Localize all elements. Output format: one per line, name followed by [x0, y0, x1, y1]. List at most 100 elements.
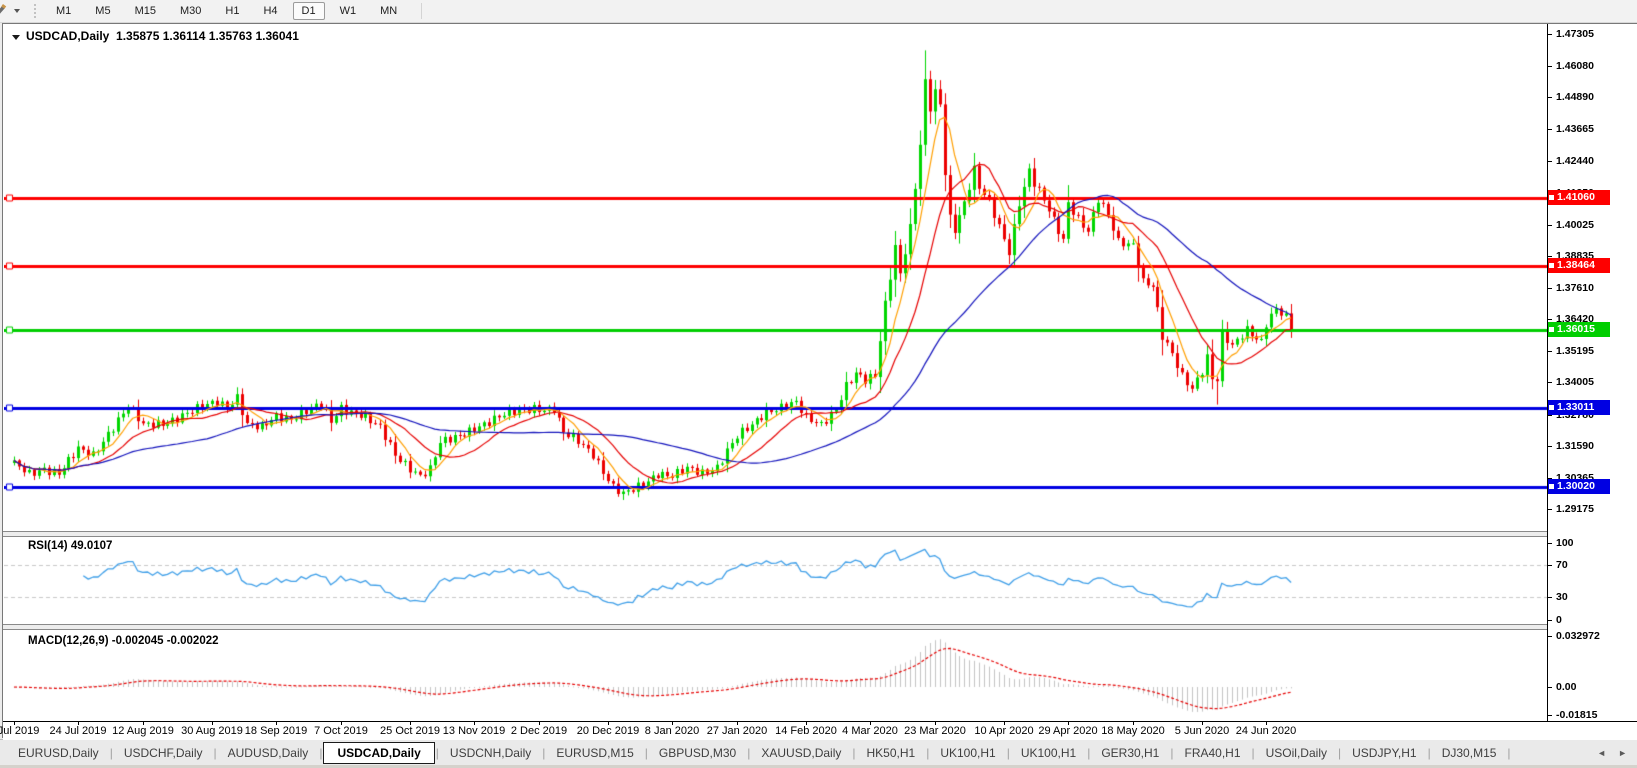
tab-navigation: ◄ ►: [1597, 740, 1627, 766]
tab-separator: |: [1506, 746, 1511, 760]
date-axis-label: 5 Jun 2020: [1175, 725, 1229, 737]
rsi-axis-tick: 100: [1556, 537, 1574, 549]
mt4-platform: { "toolbar": { "drawing_tool": "pen-tool…: [0, 0, 1637, 768]
date-axis-label: 8 Jan 2020: [645, 725, 699, 737]
axis-tick-mark: [1548, 161, 1552, 162]
axis-tick-mark: [1548, 97, 1552, 98]
date-axis-label: 12 Aug 2019: [112, 725, 174, 737]
chart-tab-usdcad-daily[interactable]: USDCAD,Daily: [323, 742, 434, 764]
chart-tab-eurusd-m15[interactable]: EURUSD,M15: [546, 743, 643, 763]
toolbar-separator: [421, 3, 422, 19]
date-axis-label: 30 Aug 2019: [181, 725, 243, 737]
date-axis-label: 13 Nov 2019: [443, 725, 505, 737]
date-axis-label: 29 Apr 2020: [1038, 725, 1097, 737]
price-axis-tick: 1.31590: [1556, 440, 1594, 452]
tab-nav-right-icon[interactable]: ►: [1618, 748, 1627, 758]
price-chart-canvas[interactable]: [4, 24, 1547, 721]
chart-tab-uk100-h1[interactable]: UK100,H1: [1011, 743, 1086, 763]
chart-tab-usdchf-daily[interactable]: USDCHF,Daily: [114, 743, 213, 763]
date-axis-label: 5 Jul 2019: [0, 725, 39, 737]
macd-values: -0.002045 -0.002022: [112, 635, 219, 647]
timeframe-button-m15[interactable]: M15: [126, 2, 165, 20]
price-line-label: 1.36015: [1548, 322, 1610, 337]
axis-tick-mark: [1548, 351, 1552, 352]
line-anchor-icon: [1549, 195, 1554, 200]
price-axis-tick: 1.35195: [1556, 345, 1594, 357]
macd-name: MACD(12,26,9): [28, 635, 109, 647]
price-axis-tick: 1.43665: [1556, 123, 1594, 135]
date-axis[interactable]: 5 Jul 2019 24 Jul 2019 12 Aug 2019 30 Aug 2…: [3, 721, 1637, 740]
line-anchor-icon: [1549, 263, 1554, 268]
line-anchor-icon: [1549, 327, 1554, 332]
rsi-name: RSI(14): [28, 540, 68, 552]
price-axis-tick: 1.29175: [1556, 503, 1594, 515]
pane-splitter-rsi[interactable]: [3, 531, 1637, 537]
date-axis-label: 24 Jul 2019: [50, 725, 107, 737]
drawing-tool-button[interactable]: [0, 1, 20, 21]
axis-tick-mark: [1548, 256, 1552, 257]
axis-tick-mark: [1548, 509, 1552, 510]
chart-tab-eurusd-daily[interactable]: EURUSD,Daily: [8, 743, 109, 763]
timeframe-button-d1[interactable]: D1: [293, 2, 325, 20]
chart-tab-ger30-h1[interactable]: GER30,H1: [1091, 743, 1169, 763]
chart-window: USDCAD,Daily 1.35875 1.36114 1.35763 1.3…: [2, 23, 1637, 738]
chart-tab-bar: EURUSD,Daily|USDCHF,Daily|AUDUSD,Daily|U…: [0, 739, 1637, 765]
line-anchor-icon: [1549, 484, 1554, 489]
chart-tab-hk50-h1[interactable]: HK50,H1: [857, 743, 926, 763]
toolbar-grip[interactable]: [34, 4, 36, 18]
date-axis-label: 25 Oct 2019: [380, 725, 440, 737]
chart-tab-usdjpy-h1[interactable]: USDJPY,H1: [1342, 743, 1426, 763]
timeframe-button-m5[interactable]: M5: [86, 2, 119, 20]
pane-splitter-macd[interactable]: [3, 624, 1637, 630]
date-axis-label: 2 Dec 2019: [511, 725, 567, 737]
timeframe-button-m30[interactable]: M30: [171, 2, 210, 20]
date-axis-label: 14 Feb 2020: [775, 725, 837, 737]
rsi-axis-tick: 30: [1556, 591, 1568, 603]
line-anchor-icon: [1549, 405, 1554, 410]
price-axis[interactable]: 1.473051.460801.448901.436651.424401.412…: [1547, 24, 1637, 721]
price-axis-tick: 1.46080: [1556, 60, 1594, 72]
timeframe-buttons: M1 M5 M15 M30 H1 H4 D1 W1 MN: [44, 2, 409, 20]
price-axis-tick: 1.40025: [1556, 219, 1594, 231]
axis-tick-mark: [1548, 34, 1552, 35]
chart-tab-usdcnh-daily[interactable]: USDCNH,Daily: [440, 743, 541, 763]
chart-tab-uk100-h1[interactable]: UK100,H1: [930, 743, 1005, 763]
chart-tab-audusd-daily[interactable]: AUDUSD,Daily: [218, 743, 319, 763]
date-axis-label: 20 Dec 2019: [577, 725, 639, 737]
timeframe-button-m1[interactable]: M1: [47, 2, 80, 20]
macd-indicator-label: MACD(12,26,9) -0.002045 -0.002022: [28, 635, 219, 647]
timeframe-button-h1[interactable]: H1: [216, 2, 248, 20]
pen-icon: [0, 3, 9, 19]
chevron-down-icon: [14, 9, 20, 13]
price-line-label: 1.33011: [1548, 400, 1610, 415]
chart-tab-gbpusd-m30[interactable]: GBPUSD,M30: [649, 743, 746, 763]
price-axis-tick: 1.47305: [1556, 28, 1594, 40]
chart-tab-usoil-daily[interactable]: USOil,Daily: [1256, 743, 1337, 763]
chart-ohlc-values: 1.35875 1.36114 1.35763 1.36041: [116, 29, 299, 43]
axis-tick-mark: [1548, 446, 1552, 447]
timeframe-toolbar: M1 M5 M15 M30 H1 H4 D1 W1 MN: [0, 0, 1637, 23]
price-line-label: 1.41060: [1548, 190, 1610, 205]
date-axis-label: 18 May 2020: [1101, 725, 1165, 737]
chart-title: USDCAD,Daily 1.35875 1.36114 1.35763 1.3…: [12, 29, 299, 43]
tab-nav-left-icon[interactable]: ◄: [1597, 748, 1606, 758]
chart-title-collapse-icon[interactable]: [12, 35, 20, 40]
axis-tick-mark: [1548, 129, 1552, 130]
date-axis-label: 27 Jan 2020: [707, 725, 768, 737]
axis-tick-mark: [1548, 415, 1552, 416]
timeframe-button-w1[interactable]: W1: [331, 2, 366, 20]
rsi-axis-tick: 70: [1556, 559, 1568, 571]
date-axis-label: 23 Mar 2020: [904, 725, 966, 737]
axis-tick-mark: [1548, 597, 1552, 598]
date-axis-label: 18 Sep 2019: [245, 725, 307, 737]
macd-axis-tick: -0.01815: [1556, 709, 1597, 721]
price-axis-tick: 1.37610: [1556, 282, 1594, 294]
chart-tabs: EURUSD,Daily|USDCHF,Daily|AUDUSD,Daily|U…: [8, 742, 1512, 764]
chart-tab-xauusd-daily[interactable]: XAUUSD,Daily: [751, 743, 851, 763]
timeframe-button-h4[interactable]: H4: [254, 2, 286, 20]
rsi-axis-tick: 0: [1556, 614, 1562, 626]
chart-tab-fra40-h1[interactable]: FRA40,H1: [1174, 743, 1250, 763]
axis-tick-mark: [1548, 620, 1552, 621]
chart-tab-dj30-m15[interactable]: DJ30,M15: [1432, 743, 1507, 763]
timeframe-button-mn[interactable]: MN: [371, 2, 406, 20]
